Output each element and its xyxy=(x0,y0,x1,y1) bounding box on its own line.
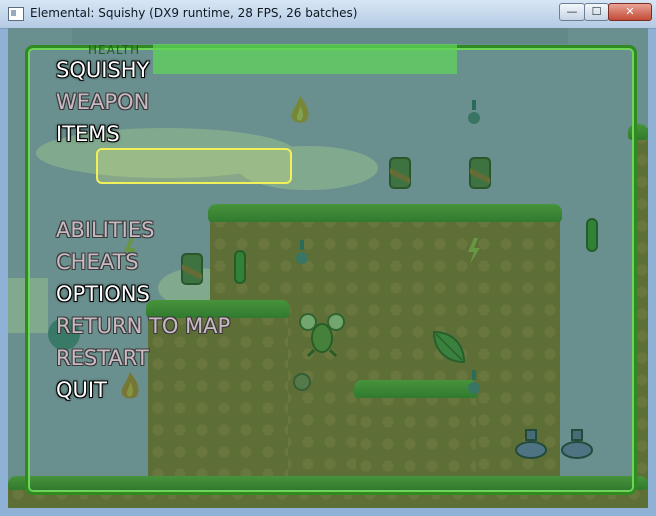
menu-item-options[interactable]: OPTIONS xyxy=(56,282,150,306)
window-title: Elemental: Squishy (DX9 runtime, 28 FPS,… xyxy=(30,6,358,20)
health-label: HEALTH xyxy=(88,43,141,57)
maximize-button[interactable]: ☐ xyxy=(584,3,609,21)
app-icon xyxy=(8,7,24,21)
title-bar[interactable]: Elemental: Squishy (DX9 runtime, 28 FPS,… xyxy=(0,0,656,29)
health-bar xyxy=(153,44,457,74)
menu-item-weapon[interactable]: WEAPON xyxy=(56,90,149,114)
menu-item-cheats[interactable]: CHEATS xyxy=(56,250,139,274)
selection-highlight xyxy=(96,148,292,184)
menu-item-items[interactable]: ITEMS xyxy=(56,122,120,146)
menu-item-abilities[interactable]: ABILITIES xyxy=(56,218,154,242)
minimize-button[interactable]: — xyxy=(559,3,585,21)
game-window: Elemental: Squishy (DX9 runtime, 28 FPS,… xyxy=(0,0,656,516)
game-viewport[interactable]: HEALTH SQUISHY WEAPON ITEMS ABILITIES CHEATS… xyxy=(8,28,648,508)
close-button[interactable]: ✕ xyxy=(608,3,652,21)
menu-item-restart[interactable]: RESTART xyxy=(56,346,149,370)
menu-item-return-to-map[interactable]: RETURN TO MAP xyxy=(56,314,230,338)
menu-item-squishy[interactable]: SQUISHY xyxy=(56,58,149,82)
menu-item-quit[interactable]: QUIT xyxy=(56,378,107,402)
